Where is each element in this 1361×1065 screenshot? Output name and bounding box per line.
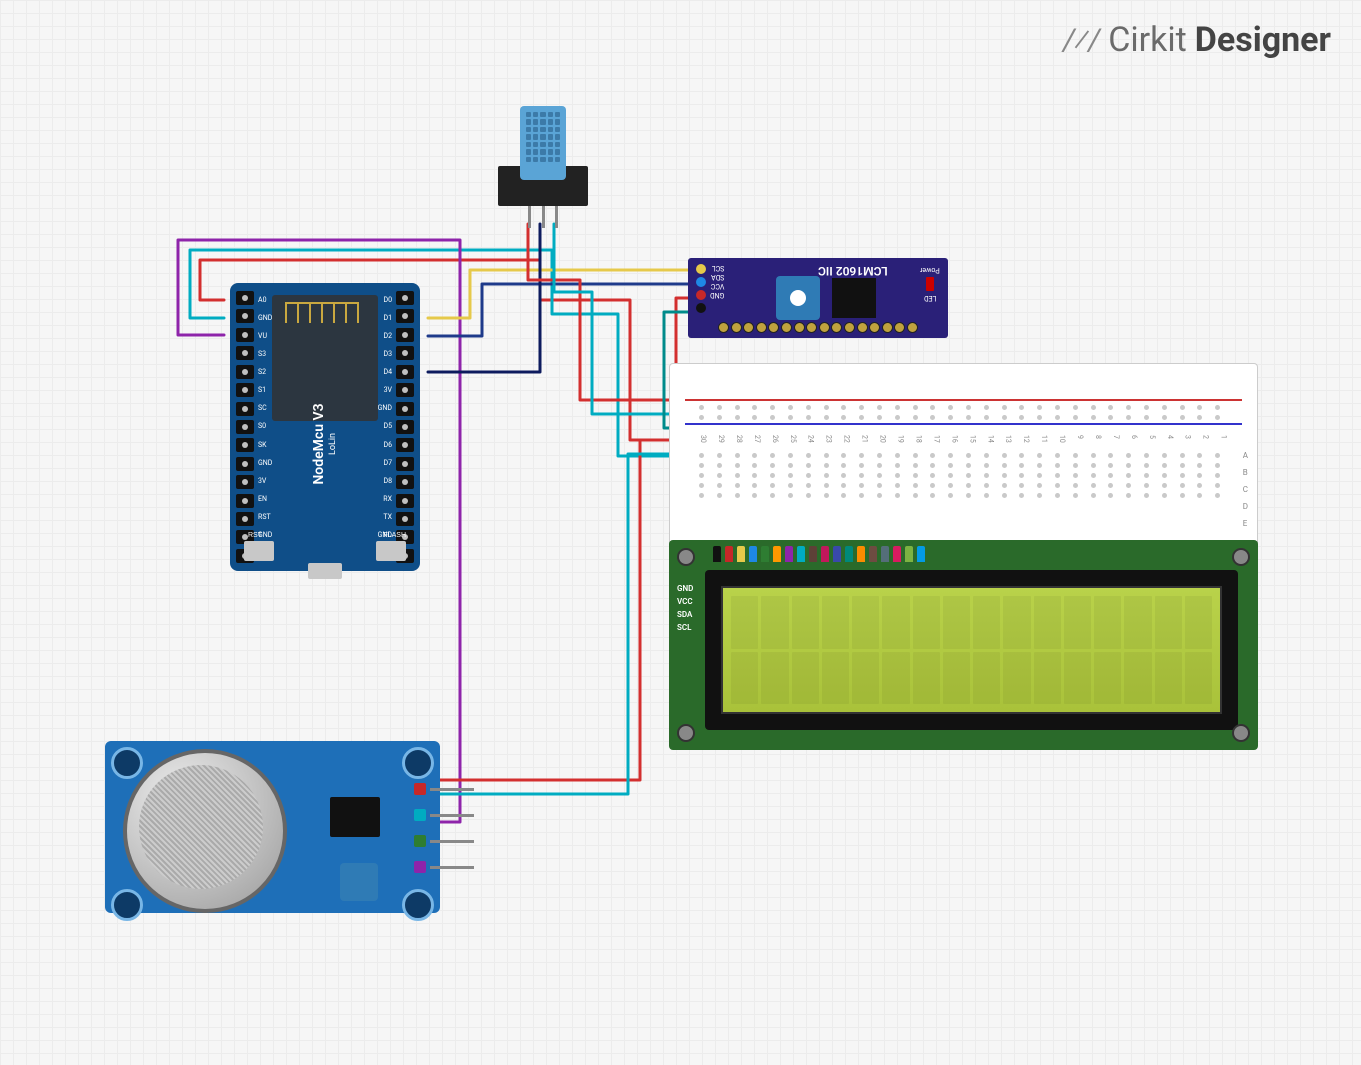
lcd-top-pin-8[interactable] [797, 546, 805, 562]
lcd-top-pin-7[interactable] [785, 546, 793, 562]
nodemcu-pin-vu[interactable] [236, 328, 254, 342]
nodemcu-pin-d4[interactable] [396, 365, 414, 379]
i2c-pin-gnd[interactable] [696, 303, 706, 313]
lcd-top-pin-1[interactable] [713, 546, 721, 562]
lcd-top-pin-13[interactable] [857, 546, 865, 562]
nodemcu-pin-s0[interactable] [236, 420, 254, 434]
nodemcu-pin-sc[interactable] [236, 402, 254, 416]
dht11-sensor[interactable] [498, 106, 588, 221]
pcf8574-ic-icon [832, 278, 876, 318]
lcm1602-iic-backpack[interactable]: SCLSDAVCCGND LCM1602 IIC PowerLED [688, 258, 948, 338]
nodemcu-pin-sk[interactable] [236, 438, 254, 452]
nodemcu-v3[interactable]: A0GNDVUS3S2S1SCS0SKGND3VENRSTGNDVIN D0D1… [230, 283, 420, 571]
nodemcu-pin-d3[interactable] [396, 346, 414, 360]
mq-pin-do[interactable] [414, 835, 474, 847]
nodemcu-pin-d6[interactable] [396, 438, 414, 452]
nodemcu-pin-s2[interactable] [236, 365, 254, 379]
mq-gas-sensor[interactable] [105, 727, 440, 927]
lcd-top-pin-9[interactable] [809, 546, 817, 562]
rst-label: RST [248, 532, 262, 539]
nodemcu-pin-gnd[interactable] [236, 309, 254, 323]
nodemcu-pin-d8[interactable] [396, 475, 414, 489]
nodemcu-flash-button[interactable] [376, 541, 406, 561]
lcd-top-pin-12[interactable] [845, 546, 853, 562]
lcd-top-pin-3[interactable] [737, 546, 745, 562]
nodemcu-pin-3v[interactable] [396, 383, 414, 397]
nodemcu-pin-rst[interactable] [236, 512, 254, 526]
lcd-top-pin-10[interactable] [821, 546, 829, 562]
nodemcu-d4-to-dht-data[interactable] [428, 224, 540, 372]
nodemcu-title: NodeMcu V3 [311, 404, 327, 485]
i2c-title: LCM1602 IIC [818, 264, 888, 278]
nodemcu-pin-rx[interactable] [396, 494, 414, 508]
nodemcu-subtitle: LoLin [328, 404, 340, 485]
comparator-ic-icon [330, 797, 380, 837]
i2c-pin-scl[interactable] [696, 264, 706, 274]
contrast-pot-icon[interactable] [776, 276, 820, 320]
lcd-16x2-i2c[interactable]: GNDVCCSDASCL [669, 540, 1258, 750]
power-led-icon: PowerLED [920, 266, 940, 302]
lcd-top-pin-11[interactable] [833, 546, 841, 562]
nodemcu-pin-gnd[interactable] [236, 457, 254, 471]
nodemcu-pin-d7[interactable] [396, 457, 414, 471]
nodemcu-rst-button[interactable] [244, 541, 274, 561]
usb-port-icon [308, 563, 342, 579]
nodemcu-pin-d0[interactable] [396, 291, 414, 305]
nodemcu-pin-a0[interactable] [236, 291, 254, 305]
nodemcu-pin-d2[interactable] [396, 328, 414, 342]
lcd-top-pin-5[interactable] [761, 546, 769, 562]
nodemcu-pin-d1[interactable] [396, 309, 414, 323]
threshold-pot-icon[interactable] [340, 863, 378, 901]
lcd-top-pin-17[interactable] [905, 546, 913, 562]
nodemcu-pin-d5[interactable] [396, 420, 414, 434]
lcd-top-pin-18[interactable] [917, 546, 925, 562]
lcd-top-pin-14[interactable] [869, 546, 877, 562]
mq-pin-vcc[interactable] [414, 783, 474, 795]
lcd-top-pin-6[interactable] [773, 546, 781, 562]
lcd-top-pin-2[interactable] [725, 546, 733, 562]
nodemcu-pin-s3[interactable] [236, 346, 254, 360]
nodemcu-pin-gnd[interactable] [396, 402, 414, 416]
nodemcu-pin-s1[interactable] [236, 383, 254, 397]
mq-pin-gnd[interactable] [414, 809, 474, 821]
mq-pin-ao[interactable] [414, 861, 474, 873]
lcd-top-pin-16[interactable] [893, 546, 901, 562]
lcd-top-pin-4[interactable] [749, 546, 757, 562]
nodemcu-d1-to-i2c-scl[interactable] [428, 270, 700, 318]
i2c-pin-vcc[interactable] [696, 290, 706, 300]
i2c-pin-sda[interactable] [696, 277, 706, 287]
lcd-top-pin-15[interactable] [881, 546, 889, 562]
nodemcu-pin-en[interactable] [236, 494, 254, 508]
esp-antenna-icon [282, 299, 368, 327]
nodemcu-pin-3v[interactable] [236, 475, 254, 489]
nodemcu-pin-tx[interactable] [396, 512, 414, 526]
flash-label: FLASH [383, 532, 406, 539]
